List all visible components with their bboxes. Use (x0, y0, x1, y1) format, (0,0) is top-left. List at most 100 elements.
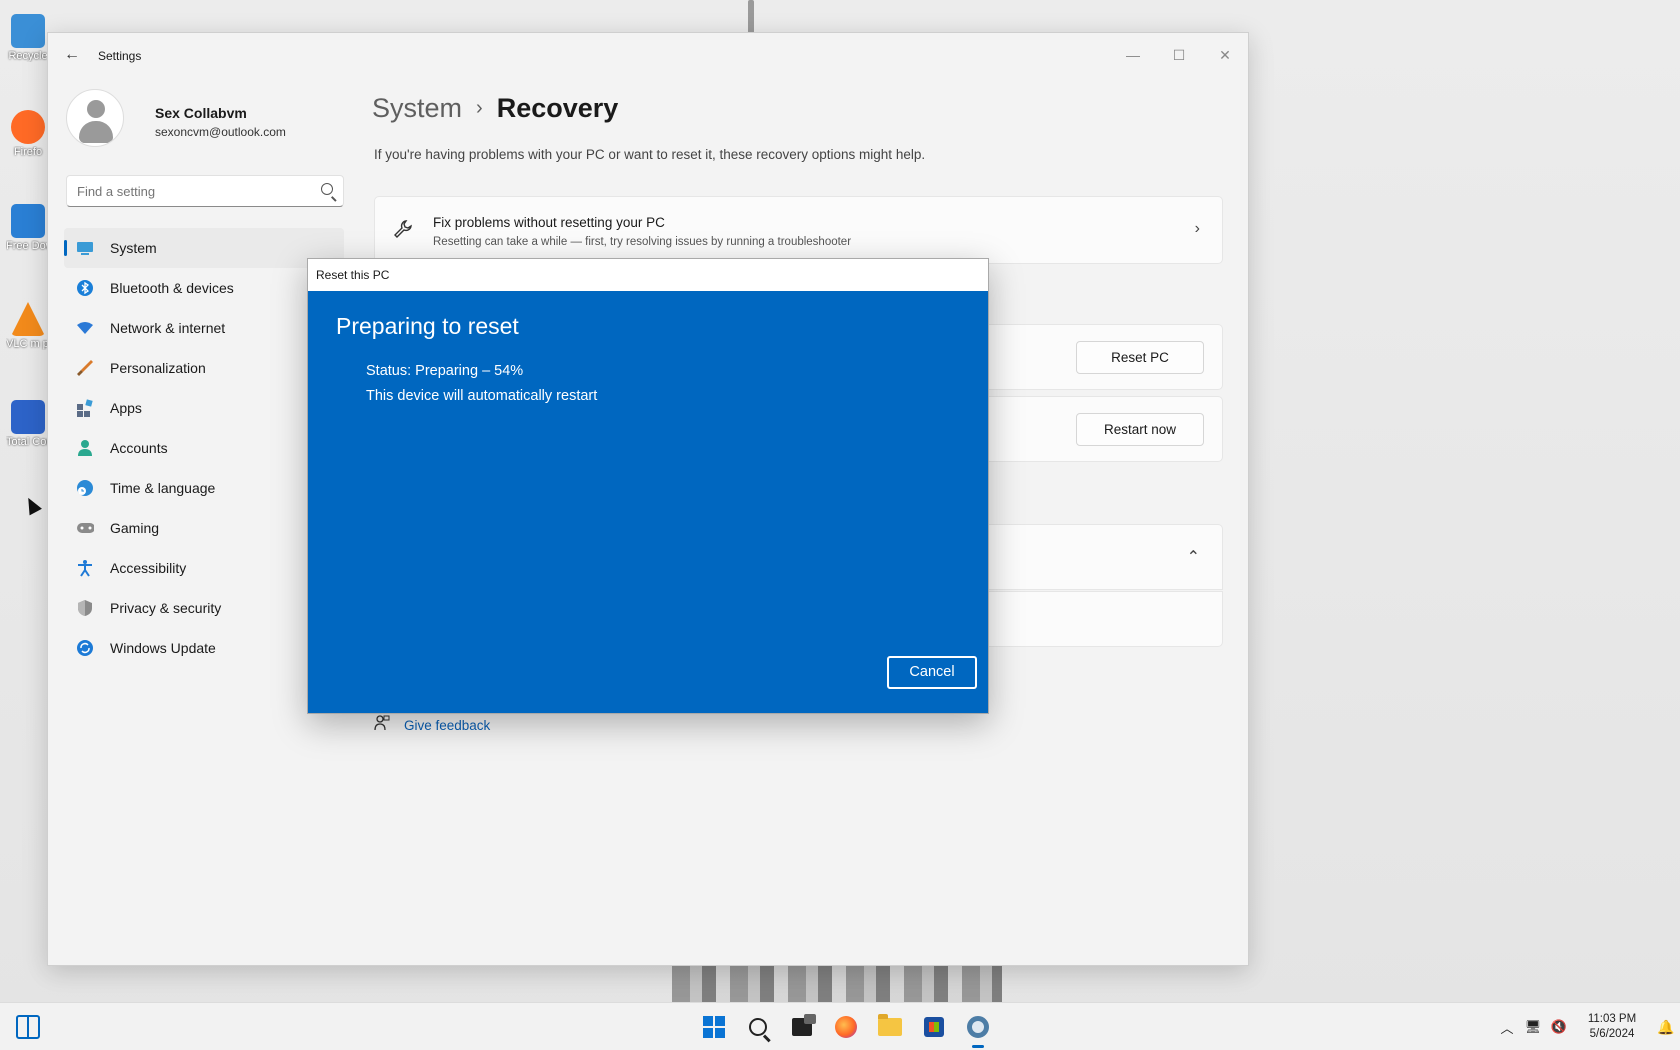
sidebar-item-system[interactable]: System (64, 228, 344, 268)
desktop-icon-label: Recycle (8, 50, 48, 62)
profile-name: Sex Collabvm (155, 105, 247, 121)
wifi-icon (76, 319, 94, 337)
page-description: If you're having problems with your PC o… (374, 147, 926, 162)
cancel-button[interactable]: Cancel (887, 656, 977, 689)
desktop-icon-recycle-bin[interactable]: Recycle (4, 14, 52, 62)
search-box[interactable] (66, 175, 344, 207)
apps-icon (76, 399, 94, 417)
search-icon[interactable] (321, 183, 333, 195)
give-feedback-link[interactable]: Give feedback (404, 718, 490, 733)
sidebar-item-windows-update[interactable]: Windows Update (64, 628, 344, 668)
chevron-up-icon[interactable]: ︿ (1494, 1018, 1520, 1037)
clock[interactable]: 11:03 PM 5/6/2024 (1572, 1012, 1652, 1042)
taskbar-file-explorer[interactable] (868, 1010, 912, 1044)
chevron-right-icon: › (1194, 220, 1200, 237)
dialog-body: Preparing to reset Status: Preparing – 5… (308, 291, 988, 713)
fix-problems-title: Fix problems without resetting your PC (433, 215, 665, 230)
gear-icon (967, 1016, 989, 1038)
sidebar-item-label: Accessibility (110, 560, 187, 576)
gamepad-icon (76, 519, 94, 537)
vlc-cone-icon (11, 302, 45, 336)
sidebar-item-privacy[interactable]: Privacy & security (64, 588, 344, 628)
maximize-button[interactable]: ☐ (1156, 41, 1202, 69)
accessibility-icon (76, 559, 94, 577)
person-icon (76, 439, 94, 457)
taskbar-store[interactable] (912, 1010, 956, 1044)
breadcrumb: System › Recovery (372, 93, 618, 124)
sidebar-item-network[interactable]: Network & internet (64, 308, 344, 348)
sidebar-item-personalization[interactable]: Personalization (64, 348, 344, 388)
breadcrumb-parent[interactable]: System (372, 93, 462, 123)
desktop-icon-firefox[interactable]: Firefo (4, 110, 52, 158)
sidebar-item-label: Windows Update (110, 640, 216, 656)
restart-note: This device will automatically restart (366, 388, 598, 404)
sidebar-item-accessibility[interactable]: Accessibility (64, 548, 344, 588)
desktop-wallpaper-element (748, 0, 754, 34)
search-input[interactable] (67, 176, 297, 206)
sidebar-item-label: Personalization (110, 360, 206, 376)
sidebar-item-label: Accounts (110, 440, 168, 456)
dialog-title: Reset this PC (316, 268, 390, 282)
folder-icon (878, 1014, 902, 1036)
desktop-icon-free-download[interactable]: Free Downl (4, 204, 52, 252)
volume-muted-icon[interactable]: 🔇 (1546, 1019, 1572, 1035)
sidebar-item-label: Network & internet (110, 320, 226, 336)
avatar (66, 89, 124, 147)
desktop-icon-label: Free Downl (6, 240, 50, 252)
wrench-icon (393, 219, 413, 245)
close-button[interactable]: ✕ (1202, 41, 1248, 69)
sidebar-item-time-language[interactable]: Time & language (64, 468, 344, 508)
sidebar-item-label: System (110, 240, 157, 256)
give-feedback[interactable]: Give feedback (374, 715, 490, 736)
fix-problems-card[interactable]: Fix problems without resetting your PC R… (374, 196, 1223, 264)
profile-email: sexoncvm@outlook.com (155, 125, 286, 139)
task-view-button[interactable] (780, 1010, 824, 1044)
taskbar: ︿ 🖥 🔇 11:03 PM 5/6/2024 🔔 (0, 1002, 1680, 1050)
store-icon (924, 1017, 944, 1037)
reset-pc-button[interactable]: Reset PC (1076, 341, 1204, 374)
firefox-icon (11, 110, 45, 144)
mouse-cursor-icon (22, 494, 42, 516)
window-title: Settings (98, 49, 142, 63)
search-icon (749, 1018, 767, 1036)
notification-icon[interactable]: 🔔 (1652, 1019, 1680, 1036)
recycle-bin-icon (11, 14, 45, 48)
taskbar-firefox[interactable] (824, 1010, 868, 1044)
desktop-icon-total-commander[interactable]: Total Comma 64 bi (4, 400, 52, 448)
sidebar-item-apps[interactable]: Apps (64, 388, 344, 428)
network-icon[interactable]: 🖥 (1520, 1019, 1546, 1035)
account-profile[interactable]: Sex Collabvm sexoncvm@outlook.com (66, 89, 346, 155)
sidebar-item-accounts[interactable]: Accounts (64, 428, 344, 468)
taskbar-settings[interactable] (956, 1010, 1000, 1048)
windows-logo-icon (703, 1016, 725, 1038)
download-manager-icon (11, 204, 45, 238)
widgets-icon[interactable] (16, 1015, 40, 1039)
taskbar-search-button[interactable] (736, 1010, 780, 1044)
update-icon (76, 639, 94, 657)
desktop-icon-label: VLC m playe (6, 338, 50, 350)
desktop-icon-vlc[interactable]: VLC m playe (4, 302, 52, 350)
sidebar-item-bluetooth[interactable]: Bluetooth & devices (64, 268, 344, 308)
sidebar-item-label: Gaming (110, 520, 160, 536)
reset-status-text: Status: Preparing – 54% (366, 363, 524, 379)
firefox-icon (835, 1016, 857, 1038)
chevron-up-icon[interactable]: ⌃ (1187, 547, 1200, 567)
minimize-button[interactable]: — (1110, 41, 1156, 69)
reset-pc-dialog: Reset this PC Preparing to reset Status:… (307, 258, 989, 714)
desktop-icon-label: Total Comma 64 bi (6, 436, 50, 448)
page-title: Recovery (496, 93, 619, 123)
taskbar-apps (692, 1010, 1000, 1048)
back-arrow-icon[interactable]: ← (62, 45, 82, 65)
monitor-icon (76, 239, 94, 257)
title-bar[interactable]: ← Settings — ☐ ✕ (48, 33, 1248, 77)
sidebar-item-gaming[interactable]: Gaming (64, 508, 344, 548)
sidebar-nav: System Bluetooth & devices Network & int… (64, 228, 344, 668)
clock-date: 5/6/2024 (1589, 1028, 1635, 1040)
system-tray: ︿ 🖥 🔇 11:03 PM 5/6/2024 🔔 (1494, 1003, 1680, 1050)
brush-icon (76, 359, 94, 377)
restart-now-button[interactable]: Restart now (1076, 413, 1204, 446)
desktop-icon-label: Firefo (13, 146, 43, 158)
desktop-wallpaper-element (672, 964, 1002, 1004)
shield-icon (76, 599, 94, 617)
start-button[interactable] (692, 1010, 736, 1044)
